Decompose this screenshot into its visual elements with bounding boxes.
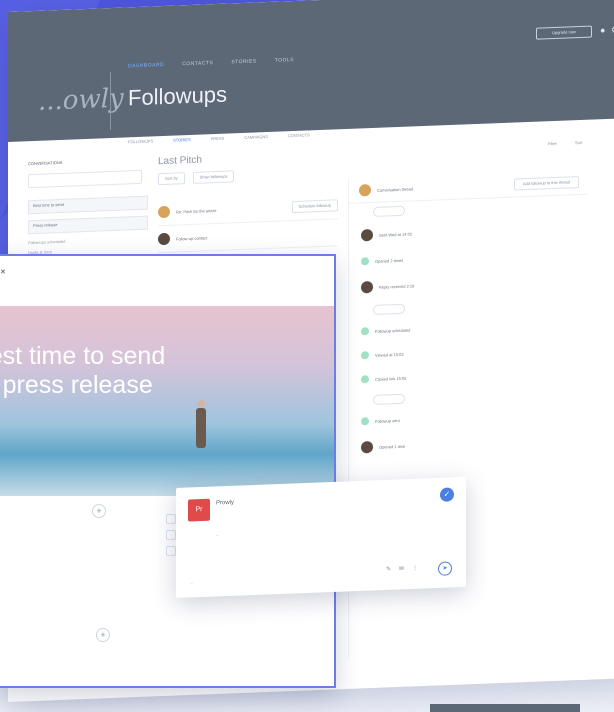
thread-row-text: Followup scheduled [375,327,411,334]
tab-contacts[interactable]: CONTACTS [288,132,310,138]
filter-dropdown[interactable]: Filter [548,141,557,146]
avatar [361,228,373,242]
article-paragraph: ... [0,660,236,668]
page-title: Followups [128,81,228,111]
popup-title: Prowly [216,499,235,507]
notification-popup: Pr Prowly ✓ ... ... ✎ ✉ ⋮ ➤ [176,476,466,598]
toolbar-icon[interactable] [166,546,176,556]
send-icon[interactable]: ➤ [438,561,452,576]
main-nav: DASHBOARD CONTACTS STORIES TOOLS [128,57,294,69]
prowly-logo: Pr [188,498,210,522]
nav-dashboard[interactable]: DASHBOARD [128,62,164,69]
tab-press[interactable]: PRESS [211,136,225,142]
status-dot-icon [361,375,369,384]
bottom-bar [430,704,580,712]
article-window: ✕ e best time to send ut a press release… [0,254,336,688]
attach-icon[interactable]: ✎ [386,566,391,573]
status-dot-icon [361,417,369,426]
avatar [158,232,170,246]
add-block-icon[interactable]: + [92,504,106,518]
mini-toolbar [166,514,176,556]
thread-row-text: Sent Wed at 14:02 [379,230,413,238]
status-dot-icon [361,327,369,336]
popup-actions: ✎ ✉ ⋮ [386,565,418,573]
bell-icon[interactable]: ● [600,25,605,35]
conversation-list: Last Pitch Sort by Show followups Re: Pi… [158,149,338,254]
avatar [361,280,373,294]
tab-followups[interactable]: FOLLOWUPS [128,138,153,144]
list-item-text: Re: Pitch for the article [176,207,217,215]
toolbar-icon[interactable] [166,514,176,524]
upgrade-button[interactable]: Upgrade now [536,25,592,40]
mail-icon[interactable]: ✉ [399,565,404,572]
list-item-text: Follow-up contact [176,234,208,242]
article-body: ... [0,660,236,668]
more-icon[interactable]: ⋮ [412,565,418,572]
date-separator [373,205,405,217]
avatar [158,205,170,219]
list-item[interactable]: Follow-up contact [158,219,338,254]
thread-header-text: Conversation thread [377,185,414,193]
sort-dropdown[interactable]: Sort by [158,172,185,186]
sidebar-search-input[interactable] [28,169,142,189]
status-dot-icon [361,257,369,266]
sidebar-title: CONVERSATIONS [28,159,63,167]
tab-stories[interactable]: STORIES [173,137,191,143]
sidebar-link[interactable]: Followups scheduled [28,236,148,245]
date-separator [373,303,405,315]
thread-row-text: Opened 1 time [379,443,406,450]
thread-row-text: Clicked link 15:05 [375,375,407,382]
popup-footer: ... [190,579,194,585]
nav-tools[interactable]: TOOLS [275,57,294,64]
add-block-icon[interactable]: + [96,628,110,642]
popup-body: ... [216,531,220,537]
status-dot-icon [361,351,369,360]
thread-row-text: Opened 2 times [375,257,404,264]
hero-title-line: ut a press release [0,371,153,399]
sidebar-item[interactable]: Best time to send [28,195,148,215]
avatar [359,184,371,197]
check-icon[interactable]: ✓ [440,487,454,502]
person-figure [196,408,206,448]
toolbar-right: Filter Sort [548,140,582,146]
sort-dropdown[interactable]: Sort [575,140,582,145]
hero-title-line: e best time to send [0,342,166,370]
list-title: Last Pitch [158,154,202,168]
sidebar-item[interactable]: Press release [28,215,148,235]
add-followup-button[interactable]: Add followup to this thread [513,176,579,191]
date-separator [373,393,405,405]
nav-stories[interactable]: STORIES [231,58,256,65]
tab-campaigns[interactable]: CAMPAIGNS [244,134,268,140]
top-bar: DASHBOARD CONTACTS STORIES TOOLS ...owly… [8,0,614,142]
article-hero-image: e best time to send ut a press release .… [0,306,334,496]
thread-header: Conversation thread Add followup to this… [349,169,589,204]
filter-button[interactable]: Show followups [192,170,235,184]
thread-row-text: Viewed at 15:03 [375,351,404,358]
close-icon[interactable]: ✕ [0,268,6,276]
list-filters: Sort by Show followups [158,166,338,186]
toolbar-icon[interactable] [166,530,176,540]
nav-contacts[interactable]: CONTACTS [182,60,213,67]
schedule-followup-button[interactable]: Schedule followup [291,199,338,214]
divider [110,72,111,131]
thread-row-text: Reply received 2:18 [379,282,415,290]
avatar [361,440,373,454]
person-figure [198,400,205,407]
article-hero-title: e best time to send ut a press release [0,342,165,400]
thread-row-text: Followup sent [375,417,400,424]
